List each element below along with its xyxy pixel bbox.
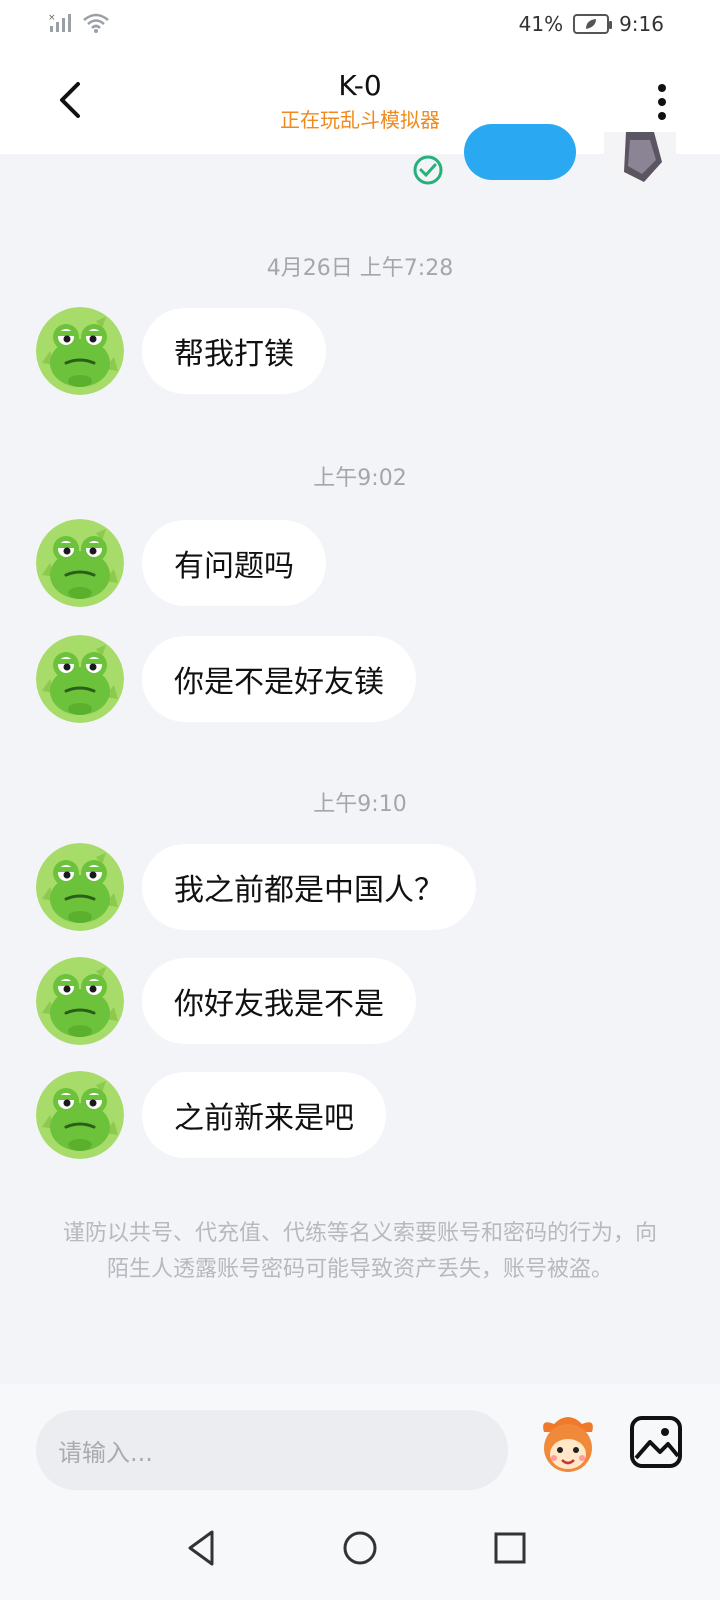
received-message: 你是不是好友镁	[36, 634, 416, 724]
emoji-mascot-icon	[543, 1417, 593, 1472]
signal-icon: ×	[48, 13, 71, 32]
frog-avatar-icon[interactable]	[36, 1071, 124, 1159]
contact-name: K-0	[338, 69, 382, 102]
more-icon	[658, 84, 666, 120]
nav-home-button[interactable]	[338, 1526, 382, 1570]
clock: 9:16	[619, 12, 664, 36]
received-message: 帮我打镁	[36, 306, 326, 396]
wifi-icon	[83, 13, 109, 33]
title-block: K-0 正在玩乱斗模拟器	[0, 68, 720, 134]
message-input[interactable]: 请输入...	[36, 1410, 508, 1490]
image-button[interactable]	[626, 1412, 686, 1472]
emoji-button[interactable]	[534, 1410, 602, 1478]
status-right: 41% 9:16	[519, 12, 664, 36]
input-placeholder: 请输入...	[58, 1438, 153, 1467]
self-avatar[interactable]	[604, 132, 676, 190]
chat-area[interactable]: 4月26日 上午7:28 帮我打镁 上午9:02 有问题吗 你是不是好友镁 上午…	[0, 124, 720, 1384]
sent-bubble[interactable]	[464, 124, 576, 180]
frog-avatar-icon[interactable]	[36, 519, 124, 607]
received-message: 你好友我是不是	[36, 956, 416, 1046]
message-bubble[interactable]: 之前新来是吧	[142, 1072, 386, 1158]
nav-recent-icon	[494, 1532, 526, 1564]
frog-avatar-icon[interactable]	[36, 307, 124, 395]
frog-avatar-icon[interactable]	[36, 843, 124, 931]
more-button[interactable]	[654, 80, 670, 124]
contact-status: 正在玩乱斗模拟器	[280, 108, 440, 132]
nav-back-button[interactable]	[180, 1526, 224, 1570]
message-bubble[interactable]: 你好友我是不是	[142, 958, 416, 1044]
message-bubble[interactable]: 我之前都是中国人？	[142, 844, 476, 930]
nav-recent-button[interactable]	[488, 1526, 532, 1570]
frog-avatar-icon[interactable]	[36, 957, 124, 1045]
previous-sent-message	[0, 124, 720, 194]
system-nav-bar	[0, 1504, 720, 1600]
battery-percent: 41%	[518, 12, 564, 36]
message-bubble[interactable]: 你是不是好友镁	[142, 636, 416, 722]
security-warning: 谨防以共号、代充值、代练等名义索要账号和密码的行为，向陌生人透露账号密码可能导致…	[62, 1221, 657, 1282]
nav-home-icon	[343, 1531, 377, 1565]
input-bar: 请输入...	[0, 1384, 720, 1504]
message-timestamp: 上午9:10	[313, 792, 407, 817]
nav-back-icon	[188, 1530, 214, 1566]
message-timestamp: 4月26日 上午7:28	[266, 256, 454, 281]
image-icon	[630, 1416, 682, 1468]
received-message: 有问题吗	[36, 518, 326, 608]
battery-icon	[573, 14, 613, 34]
status-left: ×	[48, 12, 110, 34]
frog-avatar-icon[interactable]	[36, 635, 124, 723]
svg-text:×: ×	[48, 13, 56, 23]
message-bubble[interactable]: 帮我打镁	[142, 308, 326, 394]
received-message: 之前新来是吧	[36, 1070, 386, 1160]
message-bubble[interactable]: 有问题吗	[142, 520, 326, 606]
check-icon	[413, 155, 443, 185]
message-timestamp: 上午9:02	[313, 466, 407, 491]
received-message: 我之前都是中国人？	[36, 842, 476, 932]
status-bar: × 41% 9:16	[0, 0, 720, 50]
